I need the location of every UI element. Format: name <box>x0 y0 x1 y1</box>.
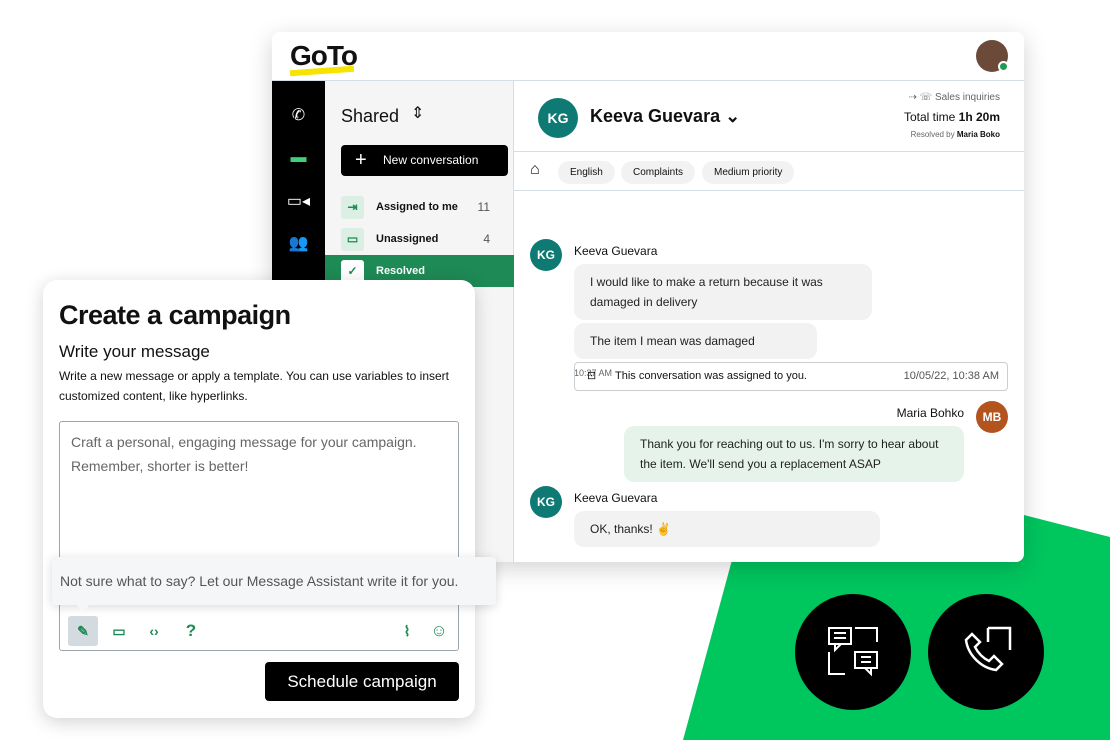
sidebar-item-assigned[interactable]: ⇥ Assigned to me 11 <box>325 191 514 223</box>
campaign-subtitle: Write your message <box>59 342 210 361</box>
help-icon[interactable]: ? <box>176 616 206 646</box>
sidebar-item-label: Resolved <box>376 265 425 277</box>
contact-avatar: KG <box>538 98 578 138</box>
sidebar-item-label: Assigned to me <box>376 201 458 213</box>
sender-name: Maria Bohko <box>896 406 964 420</box>
video-icon[interactable]: ▭◂ <box>272 191 325 211</box>
messaging-feature-badge <box>795 594 911 710</box>
tag-chip[interactable]: Medium priority <box>702 161 795 184</box>
tag-icon: ⌂ <box>530 161 540 178</box>
sender-name: Keeva Guevara <box>574 244 658 258</box>
transfer-icon: ⇢ <box>908 92 917 103</box>
campaign-description: Write a new message or apply a template.… <box>59 369 449 403</box>
template-icon[interactable]: ▭ <box>104 616 134 646</box>
phone-queue-icon: ☏ <box>919 92 933 103</box>
sender-avatar: KG <box>530 239 562 271</box>
phone-feature-badge <box>928 594 1044 710</box>
message-bubble: I would like to make a return because it… <box>574 264 872 320</box>
phone-chat-icon <box>964 626 1012 672</box>
contacts-icon[interactable]: 👥 <box>272 233 325 253</box>
new-conversation-button[interactable]: + New conversation <box>341 145 508 176</box>
schedule-campaign-button[interactable]: Schedule campaign <box>265 662 459 701</box>
system-note: ⊡ This conversation was assigned to you. 1… <box>574 362 1008 391</box>
message-assistant-tooltip: Not sure what to say? Let our Message As… <box>52 557 496 605</box>
campaign-title: Create a campaign <box>59 300 291 330</box>
emoji-icon[interactable]: ☺ <box>424 616 454 646</box>
sender-avatar: KG <box>530 486 562 518</box>
note-time: 10/05/22, 10:38 AM <box>903 370 999 382</box>
goto-logo: GoTo <box>290 40 358 71</box>
ticket-icon: ▭ <box>341 228 364 251</box>
assign-person-icon: ⇥ <box>341 196 364 219</box>
top-bar: GoTo <box>272 32 1024 81</box>
contact-name[interactable]: Keeva Guevara ⌄ <box>590 106 740 127</box>
magic-wand-icon[interactable]: ✎ <box>68 616 98 646</box>
agent-avatar: MB <box>976 401 1008 433</box>
chevron-down-icon: ⌄ <box>725 106 741 126</box>
chat-bubbles-icon <box>828 627 878 677</box>
new-conversation-label: New conversation <box>383 153 479 167</box>
queue-info: ⇢ ☏ Sales inquiries <box>908 92 1000 103</box>
conversation-pane: KG Keeva Guevara ⌄ ⇢ ☏ Sales inquiries T… <box>514 81 1024 562</box>
sidebar-item-unassigned[interactable]: ▭ Unassigned 4 <box>325 223 514 255</box>
sort-chevrons-icon[interactable]: ⇕ <box>411 103 424 123</box>
count: 11 <box>477 200 490 214</box>
tag-chip[interactable]: English <box>558 161 615 184</box>
phone-icon[interactable]: ✆ <box>272 105 325 125</box>
paperclip-icon[interactable]: ⌇ <box>392 616 422 646</box>
message-bubble: Thank you for reaching out to us. I'm so… <box>624 426 964 482</box>
code-icon[interactable]: ‹› <box>139 616 169 646</box>
create-campaign-card: Create a campaign Write your message Wri… <box>43 280 475 718</box>
tag-row: ⌂ English Complaints Medium priority <box>514 151 1024 191</box>
inbox-icon[interactable]: ▬ <box>272 149 325 167</box>
total-time: Total time 1h 20m <box>903 110 1000 124</box>
count: 4 <box>483 232 490 246</box>
sidebar-item-label: Unassigned <box>376 233 439 245</box>
tag-chip[interactable]: Complaints <box>621 161 696 184</box>
message-bubble: The item I mean was damaged <box>574 323 817 359</box>
tooltip-arrow <box>76 604 90 612</box>
plus-icon: + <box>355 149 367 171</box>
assign-icon: ⊡ <box>587 370 597 382</box>
resolved-by: Resolved by Maria Boko <box>910 130 1000 139</box>
sender-name: Keeva Guevara <box>574 491 658 505</box>
message-bubble: OK, thanks! ✌️ <box>574 511 880 547</box>
status-indicator <box>998 61 1009 72</box>
sidebar-title: Shared <box>341 106 400 126</box>
